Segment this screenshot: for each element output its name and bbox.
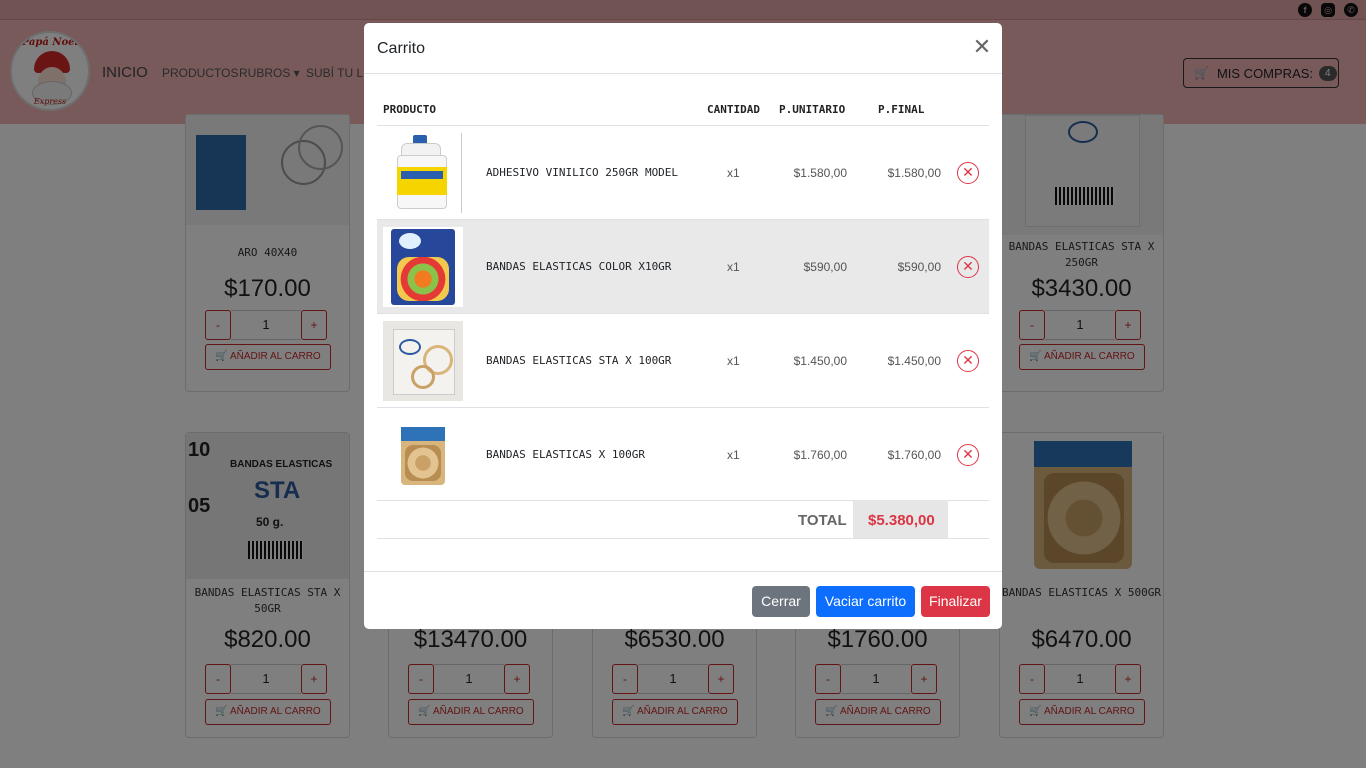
cart-item-unit-price: $590,00 <box>803 260 847 274</box>
cart-item-unit-price: $1.580,00 <box>793 166 847 180</box>
product-thumbnail <box>383 415 463 495</box>
total-value: $5.380,00 <box>868 512 935 529</box>
product-thumbnail <box>383 321 463 401</box>
cart-item-quantity: x1 <box>727 166 740 180</box>
remove-item-icon[interactable]: ✕ <box>957 350 979 372</box>
column-header-final-price: P.FINAL <box>878 103 925 116</box>
cart-item-unit-price: $1.450,00 <box>793 354 847 368</box>
cart-item-unit-price: $1.760,00 <box>793 448 847 462</box>
cart-row: ADHESIVO VINILICO 250GR MODEL x1 $1.580,… <box>377 126 989 220</box>
close-icon[interactable]: ✕ <box>972 36 992 58</box>
remove-item-icon[interactable]: ✕ <box>957 256 979 278</box>
cart-total-row: TOTAL $5.380,00 <box>377 500 989 539</box>
product-thumbnail <box>383 227 463 307</box>
remove-item-icon[interactable]: ✕ <box>957 444 979 466</box>
cart-row: BANDAS ELASTICAS STA X 100GR x1 $1.450,0… <box>377 314 989 408</box>
cart-item-name: BANDAS ELASTICAS X 100GR <box>486 448 645 461</box>
cart-item-name: ADHESIVO VINILICO 250GR MODEL <box>486 166 679 179</box>
total-cell: $5.380,00 <box>853 500 948 538</box>
cart-row: BANDAS ELASTICAS COLOR X10GR x1 $590,00 … <box>377 220 989 314</box>
close-button[interactable]: Cerrar <box>752 586 810 617</box>
cart-item-quantity: x1 <box>727 260 740 274</box>
modal-footer: Cerrar Vaciar carrito Finalizar <box>364 571 1002 629</box>
cart-item-final-price: $1.450,00 <box>887 354 941 368</box>
product-thumbnail <box>383 133 463 213</box>
column-header-unit-price: P.UNITARIO <box>779 103 846 116</box>
modal-title: Carrito <box>377 40 426 57</box>
cart-item-name: BANDAS ELASTICAS COLOR X10GR <box>486 260 672 273</box>
finish-button[interactable]: Finalizar <box>921 586 990 617</box>
cart-row: BANDAS ELASTICAS X 100GR x1 $1.760,00 $1… <box>377 408 989 501</box>
cart-item-name: BANDAS ELASTICAS STA X 100GR <box>486 354 672 367</box>
cart-modal: Carrito ✕ PRODUCTO CANTIDAD P.UNITARIO P… <box>364 23 1002 629</box>
cart-item-quantity: x1 <box>727 354 740 368</box>
cart-item-final-price: $590,00 <box>897 260 941 274</box>
column-header-quantity: CANTIDAD <box>707 103 760 116</box>
modal-header: Carrito ✕ <box>364 23 1002 74</box>
empty-cart-button[interactable]: Vaciar carrito <box>816 586 915 617</box>
cart-item-quantity: x1 <box>727 448 740 462</box>
column-header-product: PRODUCTO <box>383 103 436 116</box>
cart-item-final-price: $1.760,00 <box>887 448 941 462</box>
cart-item-final-price: $1.580,00 <box>887 166 941 180</box>
remove-item-icon[interactable]: ✕ <box>957 162 979 184</box>
total-label: TOTAL <box>798 512 847 529</box>
